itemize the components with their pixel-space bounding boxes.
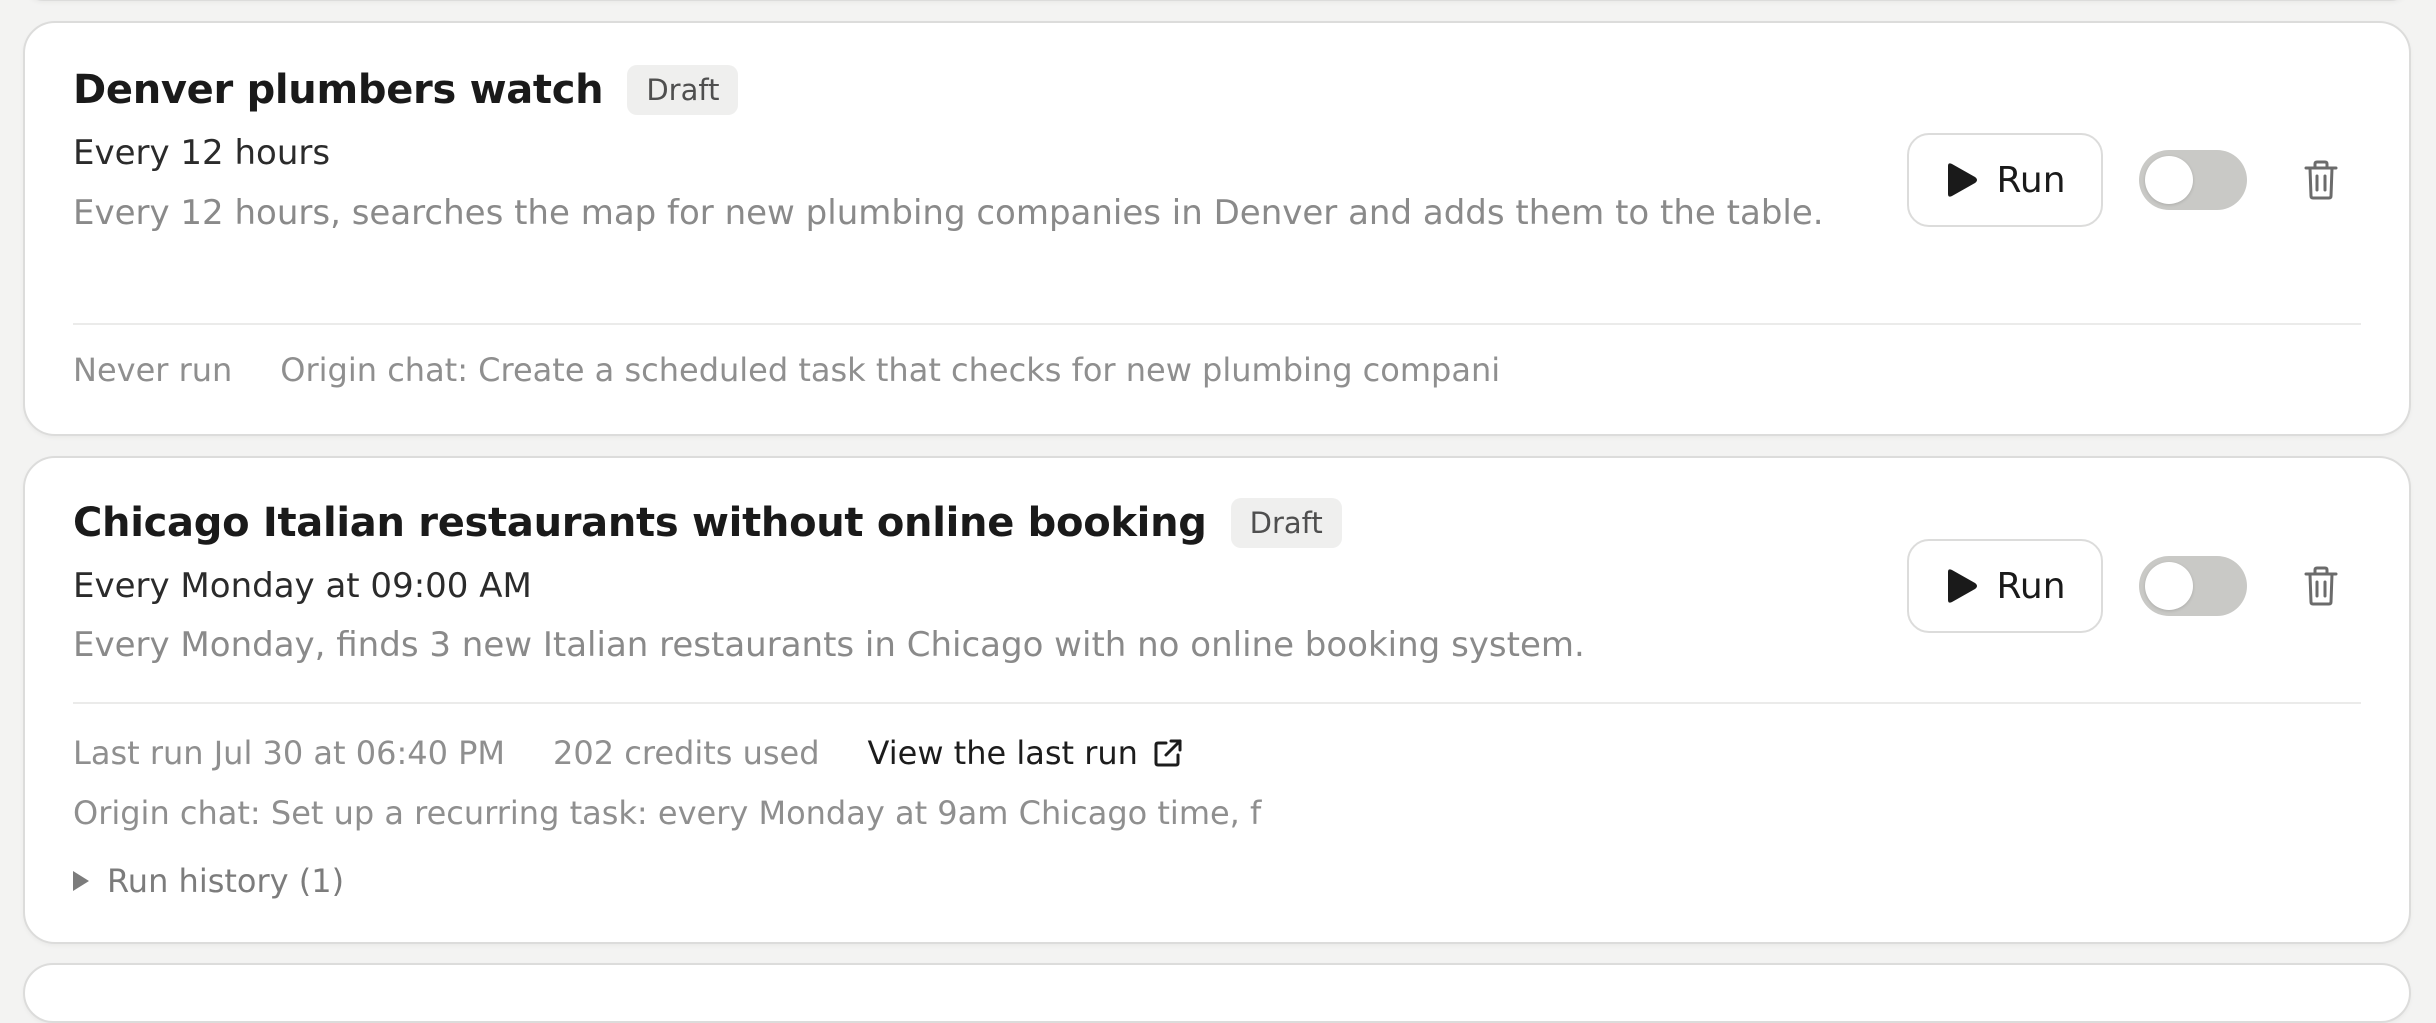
task-title: Denver plumbers watch — [73, 67, 604, 113]
run-history-toggle[interactable]: Run history (1) — [73, 862, 344, 900]
last-run-status: Never run — [73, 351, 233, 389]
run-button[interactable]: Run — [1907, 539, 2103, 633]
task-card: Chicago Italian restaurants without onli… — [23, 456, 2411, 944]
task-card: Denver plumbers watch Draft Every 12 hou… — [23, 21, 2411, 436]
divider — [73, 323, 2361, 325]
task-header: Denver plumbers watch Draft — [73, 65, 739, 115]
run-button-label: Run — [1996, 565, 2066, 607]
run-history-label: Run history (1) — [107, 862, 345, 900]
last-run-time: Last run Jul 30 at 06:40 PM — [73, 734, 506, 772]
task-meta: Never run Origin chat: Create a schedule… — [73, 351, 1500, 389]
toggle-knob — [2145, 156, 2193, 204]
trash-icon — [2304, 160, 2338, 200]
task-schedule: Every Monday at 09:00 AM — [73, 566, 532, 606]
origin-chat: Origin chat: Create a scheduled task tha… — [280, 351, 1501, 389]
enable-toggle[interactable] — [2139, 556, 2247, 616]
divider — [73, 702, 2361, 704]
delete-button[interactable] — [2299, 562, 2343, 610]
origin-chat-row: Origin chat: Set up a recurring task: ev… — [73, 794, 1261, 832]
task-card-next — [23, 963, 2411, 1023]
play-icon — [1948, 163, 1978, 197]
triangle-right-icon — [73, 871, 89, 891]
credits-used: 202 credits used — [553, 734, 820, 772]
task-card-previous — [23, 0, 2411, 1]
task-description: Every 12 hours, searches the map for new… — [73, 193, 1824, 233]
trash-icon — [2304, 566, 2338, 606]
task-schedule: Every 12 hours — [73, 133, 331, 173]
task-description: Every Monday, finds 3 new Italian restau… — [73, 625, 1585, 665]
external-link-icon — [1154, 739, 1182, 767]
view-last-run-link[interactable]: View the last run — [868, 734, 1184, 772]
view-last-run-label: View the last run — [867, 734, 1138, 772]
task-header: Chicago Italian restaurants without onli… — [73, 498, 1342, 548]
origin-chat: Origin chat: Set up a recurring task: ev… — [73, 794, 1262, 832]
delete-button[interactable] — [2299, 156, 2343, 204]
task-title: Chicago Italian restaurants without onli… — [73, 500, 1207, 546]
task-meta: Last run Jul 30 at 06:40 PM 202 credits … — [73, 734, 1184, 772]
status-badge: Draft — [627, 65, 739, 115]
run-button[interactable]: Run — [1907, 133, 2103, 227]
status-badge: Draft — [1230, 498, 1342, 548]
run-button-label: Run — [1996, 159, 2066, 201]
toggle-knob — [2145, 562, 2193, 610]
enable-toggle[interactable] — [2139, 150, 2247, 210]
play-icon — [1948, 569, 1978, 603]
